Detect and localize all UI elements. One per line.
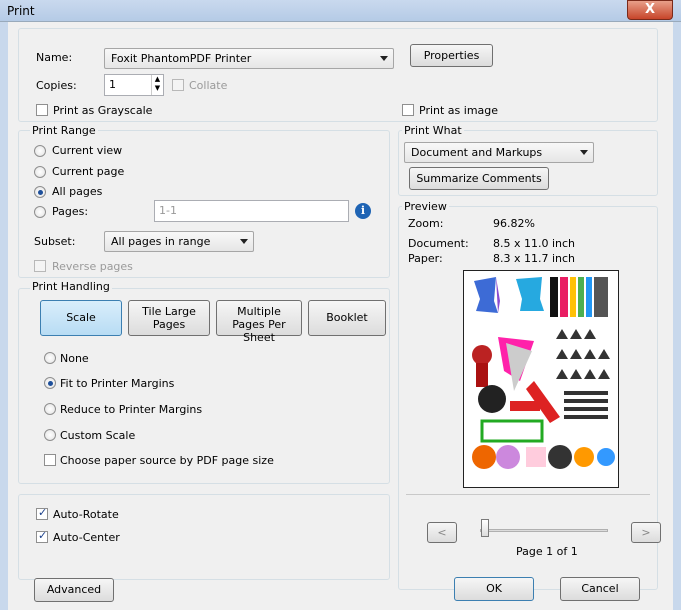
pages-label: Pages:: [52, 205, 89, 218]
current-view-label: Current view: [52, 144, 123, 157]
preview-thumbnail: [472, 277, 615, 469]
document-label: Document:: [408, 237, 469, 250]
zoom-label: Zoom:: [408, 217, 444, 230]
advanced-button[interactable]: Advanced: [34, 578, 114, 602]
tab-booklet-label: Booklet: [326, 311, 368, 324]
tab-scale[interactable]: Scale: [40, 300, 122, 336]
page-preview: [463, 270, 619, 488]
reverse-pages-label: Reverse pages: [52, 260, 133, 273]
paper-value: 8.3 x 11.7 inch: [493, 252, 576, 265]
collate-label: Collate: [189, 79, 228, 92]
scale-none-radio[interactable]: [44, 352, 56, 364]
tab-multiple-pages[interactable]: Multiple Pages Per Sheet: [216, 300, 302, 344]
auto-center-label: Auto-Center: [53, 531, 120, 544]
printer-select-value: Foxit PhantomPDF Printer: [111, 52, 252, 65]
cancel-button[interactable]: Cancel: [560, 577, 640, 601]
paper-source-checkbox[interactable]: [44, 454, 56, 466]
prev-page-button[interactable]: <: [427, 522, 457, 543]
all-pages-radio[interactable]: [34, 186, 46, 198]
name-label: Name:: [36, 51, 73, 64]
subset-select[interactable]: All pages in range: [104, 231, 254, 252]
next-page-button[interactable]: >: [631, 522, 661, 543]
page-slider-thumb[interactable]: [481, 519, 489, 537]
copies-value: 1: [109, 78, 116, 91]
all-pages-label: All pages: [52, 185, 103, 198]
dialog-body: Name: Foxit PhantomPDF Printer Propertie…: [0, 22, 681, 610]
tab-booklet[interactable]: Booklet: [308, 300, 386, 336]
properties-button[interactable]: Properties: [410, 44, 493, 67]
print-as-image-checkbox[interactable]: [402, 104, 414, 116]
document-value: 8.5 x 11.0 inch: [493, 237, 576, 250]
grayscale-label: Print as Grayscale: [53, 104, 153, 117]
title-bar: Print X: [0, 0, 681, 22]
current-page-label: Current page: [52, 165, 125, 178]
pages-input-value: 1-1: [159, 204, 177, 217]
current-page-radio[interactable]: [34, 166, 46, 178]
copies-spinner[interactable]: ▲ ▼: [151, 75, 163, 95]
tab-scale-label: Scale: [66, 311, 96, 324]
reduce-to-margins-radio[interactable]: [44, 403, 56, 415]
paper-source-label: Choose paper source by PDF page size: [60, 454, 274, 467]
custom-scale-label: Custom Scale: [60, 429, 136, 442]
page-status: Page 1 of 1: [516, 545, 578, 558]
printer-select[interactable]: Foxit PhantomPDF Printer: [104, 48, 394, 69]
scale-none-label: None: [60, 352, 89, 365]
print-what-value: Document and Markups: [411, 146, 543, 159]
preview-divider: [406, 494, 650, 495]
print-what-select[interactable]: Document and Markups: [404, 142, 594, 163]
chevron-down-icon: [580, 150, 588, 155]
auto-rotate-checkbox[interactable]: [36, 506, 48, 520]
summarize-comments-button[interactable]: Summarize Comments: [409, 167, 549, 190]
tab-tile-large-pages[interactable]: Tile Large Pages: [128, 300, 210, 336]
collate-checkbox[interactable]: [172, 79, 184, 91]
subset-value: All pages in range: [111, 235, 211, 248]
chevron-down-icon: [380, 56, 388, 61]
print-range-title: Print Range: [30, 124, 98, 137]
print-handling-title: Print Handling: [30, 280, 112, 293]
tab-tile-label: Tile Large Pages: [142, 305, 196, 331]
close-button[interactable]: X: [627, 0, 673, 20]
pages-input[interactable]: 1-1: [154, 200, 349, 222]
page-slider[interactable]: [480, 529, 608, 532]
print-what-title: Print What: [402, 124, 464, 137]
custom-scale-radio[interactable]: [44, 429, 56, 441]
pages-radio[interactable]: [34, 206, 46, 218]
auto-rotate-label: Auto-Rotate: [53, 508, 119, 521]
preview-title: Preview: [402, 200, 449, 213]
chevron-down-icon: [240, 239, 248, 244]
reverse-pages-checkbox[interactable]: [34, 260, 46, 272]
reduce-to-margins-label: Reduce to Printer Margins: [60, 403, 203, 416]
auto-center-checkbox[interactable]: [36, 529, 48, 543]
grayscale-checkbox[interactable]: [36, 104, 48, 116]
print-as-image-label: Print as image: [419, 104, 499, 117]
paper-label: Paper:: [408, 252, 443, 265]
copies-label: Copies:: [36, 79, 77, 92]
window-title: Print: [7, 4, 35, 18]
zoom-value: 96.82%: [493, 217, 535, 230]
current-view-radio[interactable]: [34, 145, 46, 157]
subset-label: Subset:: [34, 235, 76, 248]
fit-to-margins-label: Fit to Printer Margins: [60, 377, 175, 390]
info-icon[interactable]: i: [355, 203, 371, 219]
ok-button[interactable]: OK: [454, 577, 534, 601]
fit-to-margins-radio[interactable]: [44, 377, 56, 389]
